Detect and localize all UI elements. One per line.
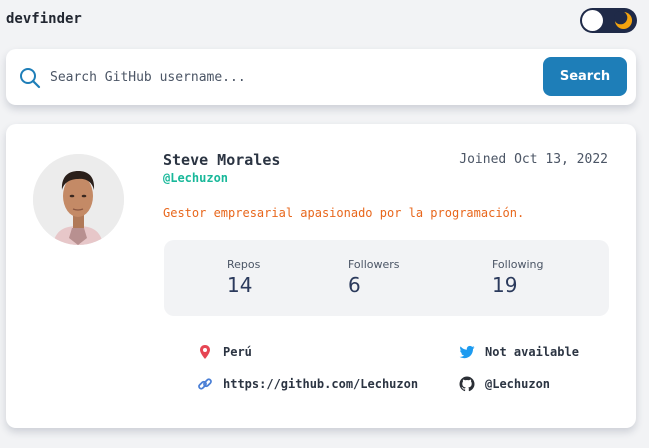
location-text: Perú bbox=[223, 345, 252, 359]
stat-followers: Followers 6 bbox=[348, 258, 400, 297]
app-logo: devfinder bbox=[6, 11, 82, 27]
stat-label: Followers bbox=[348, 258, 400, 271]
search-bar: Search bbox=[6, 49, 636, 105]
toggle-knob[interactable] bbox=[582, 10, 603, 31]
stat-value: 19 bbox=[492, 273, 518, 297]
location-link: Perú bbox=[197, 343, 252, 361]
search-button[interactable]: Search bbox=[543, 57, 627, 96]
stats-panel: Repos 14 Followers 6 Following 19 bbox=[164, 240, 609, 316]
search-input[interactable] bbox=[50, 63, 530, 91]
blog-link[interactable]: https://github.com/Lechuzon bbox=[197, 375, 418, 393]
moon-icon bbox=[614, 11, 633, 30]
twitter-icon bbox=[459, 344, 475, 360]
profile-bio: Gestor empresarial apasionado por la pro… bbox=[163, 206, 525, 220]
profile-name: Steve Morales bbox=[163, 151, 281, 169]
joined-date: Joined Oct 13, 2022 bbox=[459, 152, 608, 167]
profile-login[interactable]: @Lechuzon bbox=[163, 171, 228, 185]
header: devfinder bbox=[6, 0, 637, 40]
link-icon bbox=[197, 376, 213, 392]
stat-label: Following bbox=[492, 258, 544, 271]
github-icon bbox=[459, 376, 475, 392]
github-handle[interactable]: @Lechuzon bbox=[485, 377, 550, 391]
twitter-text: Not available bbox=[485, 345, 579, 359]
stat-label: Repos bbox=[227, 258, 261, 271]
blog-url[interactable]: https://github.com/Lechuzon bbox=[223, 377, 418, 391]
theme-toggle[interactable] bbox=[580, 8, 637, 33]
stat-following: Following 19 bbox=[492, 258, 544, 297]
github-link[interactable]: @Lechuzon bbox=[459, 375, 550, 393]
stat-value: 14 bbox=[227, 273, 253, 297]
twitter-link: Not available bbox=[459, 343, 579, 361]
stat-value: 6 bbox=[348, 273, 361, 297]
search-icon bbox=[20, 68, 41, 89]
avatar bbox=[33, 154, 124, 245]
avatar-photo bbox=[33, 154, 124, 245]
stat-repos: Repos 14 bbox=[227, 258, 260, 297]
profile-card: Steve Morales @Lechuzon Joined Oct 13, 2… bbox=[6, 124, 636, 428]
location-pin-icon bbox=[197, 344, 213, 360]
